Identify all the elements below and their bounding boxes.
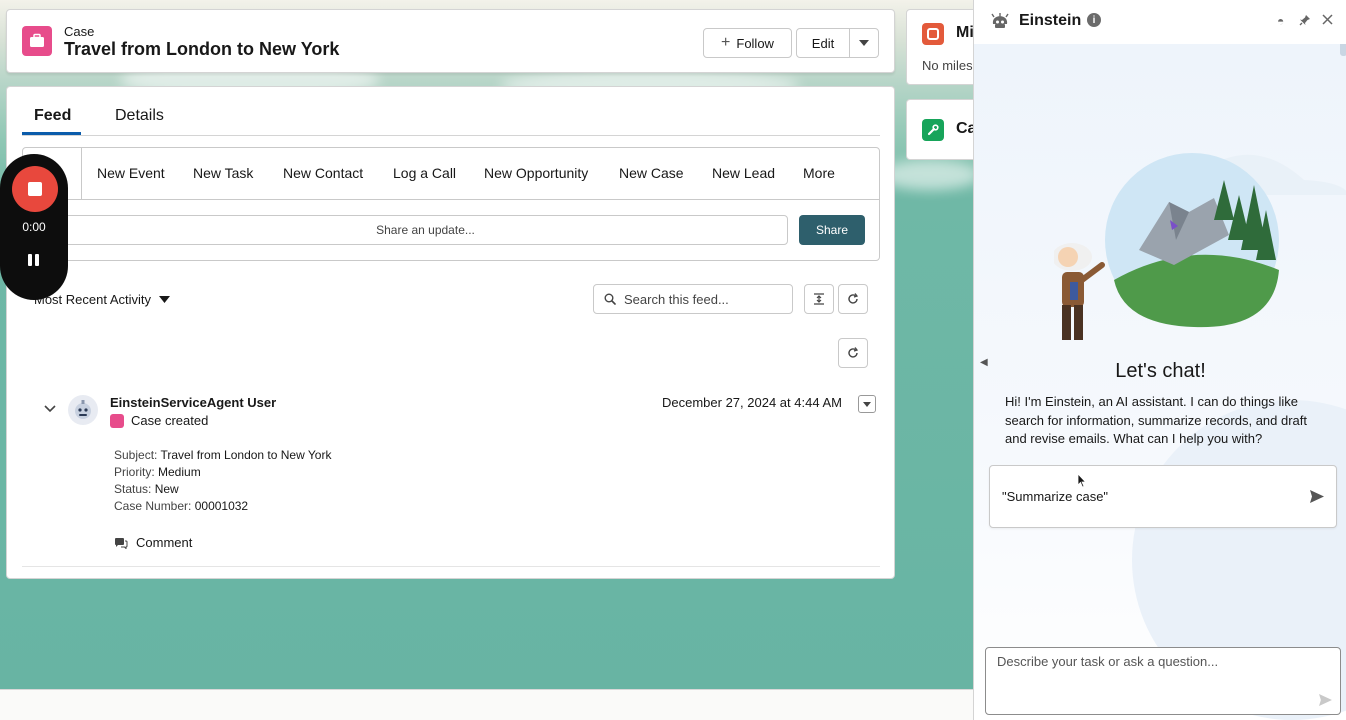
info-icon[interactable]: i: [1087, 13, 1101, 27]
einstein-title: Einstein: [1019, 12, 1082, 29]
follow-button[interactable]: + Follow: [703, 28, 792, 58]
footer-strip: [0, 689, 975, 720]
stop-icon: [28, 182, 42, 196]
feed-action-text: Case created: [131, 413, 209, 428]
search-feed-placeholder: Search this feed...: [624, 291, 729, 307]
share-update-input[interactable]: Share an update...: [63, 215, 788, 245]
share-button[interactable]: Share: [799, 215, 865, 245]
field-label: Case Number:: [114, 499, 192, 513]
divider: [81, 148, 82, 199]
new-task-action[interactable]: New Task: [193, 165, 253, 181]
publisher: New Event New Task New Contact Log a Cal…: [22, 147, 880, 261]
refresh-feed-button[interactable]: [838, 284, 868, 314]
new-event-action[interactable]: New Event: [97, 165, 165, 181]
new-case-action[interactable]: New Case: [619, 165, 684, 181]
active-tab-indicator: [22, 132, 81, 135]
publisher-actions: New Event New Task New Contact Log a Cal…: [23, 148, 879, 200]
background-cloud: [880, 160, 980, 190]
record-type-label: Case: [64, 24, 95, 39]
screen-recorder-widget: 0:00: [0, 154, 68, 300]
milestone-icon: [922, 23, 944, 45]
field-row: Priority: Medium: [114, 464, 331, 481]
search-feed-input[interactable]: Search this feed...: [593, 284, 793, 314]
search-icon: [604, 293, 616, 305]
pin-icon[interactable]: [1299, 14, 1311, 29]
field-value: Travel from London to New York: [160, 448, 332, 462]
collapse-icon: [814, 293, 824, 305]
log-a-call-action[interactable]: Log a Call: [393, 165, 456, 181]
tab-details[interactable]: Details: [115, 107, 164, 125]
avatar[interactable]: [68, 395, 98, 425]
case-icon: [110, 413, 124, 428]
send-icon[interactable]: [1310, 490, 1324, 503]
edit-button[interactable]: Edit: [796, 28, 850, 58]
new-contact-action[interactable]: New Contact: [283, 165, 363, 181]
feed-card: Feed Details New Event New Task New Cont…: [6, 86, 895, 579]
filter-feed-button[interactable]: [804, 284, 834, 314]
send-icon[interactable]: [1319, 694, 1332, 706]
new-lead-action[interactable]: New Lead: [712, 165, 775, 181]
field-value: Medium: [158, 465, 201, 479]
case-icon: [22, 26, 52, 56]
more-actions-dropdown[interactable]: [849, 28, 879, 58]
comment-icon: [115, 537, 128, 549]
pause-recording-button[interactable]: [28, 254, 39, 266]
pause-icon-bar: [35, 254, 39, 266]
feed-item-menu-button[interactable]: [858, 395, 876, 413]
field-value: New: [154, 482, 179, 496]
milestones-title: Mi: [956, 24, 974, 41]
refresh-icon: [848, 293, 859, 304]
einstein-prompt-input[interactable]: Describe your task or ask a question...: [985, 647, 1341, 715]
close-icon[interactable]: [1322, 14, 1333, 28]
feed-action: Case created: [110, 413, 208, 428]
einstein-logo-icon: [991, 13, 1009, 28]
tab-feed[interactable]: Feed: [34, 107, 71, 125]
tab-bar: Feed Details: [22, 87, 880, 136]
milestones-empty-text: No miles: [922, 58, 973, 73]
chat-intro-text: Hi! I'm Einstein, an AI assistant. I can…: [1005, 394, 1308, 446]
suggested-prompt-card[interactable]: "Summarize case": [989, 465, 1337, 528]
field-value: 00001032: [194, 499, 249, 513]
field-row: Subject: Travel from London to New York: [114, 447, 331, 464]
caret-down-icon: [159, 296, 171, 303]
pause-icon: [28, 254, 32, 266]
chat-welcome-title: Let's chat!: [1115, 360, 1206, 382]
chevron-down-icon: [859, 40, 869, 46]
field-row: Status: New: [114, 481, 331, 498]
feed-timestamp[interactable]: December 27, 2024 at 4:44 AM: [662, 395, 842, 410]
sort-dropdown[interactable]: Most Recent Activity: [34, 292, 171, 307]
wrench-icon: [922, 119, 944, 141]
page-title: Travel from London to New York: [64, 39, 340, 59]
feed-author-link[interactable]: EinsteinServiceAgent User: [110, 395, 276, 410]
field-label: Subject:: [114, 448, 158, 462]
einstein-header: Einstein i ◓: [974, 0, 1346, 44]
case-field-details: Subject: Travel from London to New York …: [114, 447, 331, 515]
comment-button[interactable]: Comment: [114, 535, 192, 550]
stop-recording-button[interactable]: [12, 166, 58, 212]
field-row: Case Number: 00001032: [114, 498, 331, 515]
refresh-icon: [848, 347, 859, 358]
plus-icon: +: [721, 34, 731, 51]
chevron-down-icon[interactable]: [44, 405, 56, 413]
refresh-items-button[interactable]: [838, 338, 868, 368]
minimize-icon[interactable]: ◓: [1277, 14, 1284, 28]
feed-item: EinsteinServiceAgent User Case created D…: [22, 387, 880, 567]
new-opportunity-action[interactable]: New Opportunity: [484, 165, 588, 181]
field-label: Priority:: [114, 465, 155, 479]
prompt-input-placeholder: Describe your task or ask a question...: [997, 654, 1219, 669]
follow-button-label: Follow: [736, 35, 774, 51]
suggested-prompt-text: "Summarize case": [1002, 489, 1109, 504]
einstein-mascot-illustration: [1054, 153, 1346, 340]
edit-button-label: Edit: [811, 35, 835, 51]
record-header: Case Travel from London to New York + Fo…: [6, 9, 895, 73]
field-label: Status:: [114, 482, 152, 496]
comment-label: Comment: [136, 535, 193, 550]
einstein-panel: Einstein i ◓ ◀ Let's chat! Hi! I'm Einst…: [973, 0, 1346, 720]
caret-down-icon: [863, 401, 871, 407]
mouse-cursor-icon: [1077, 473, 1087, 488]
recording-timer: 0:00: [22, 220, 46, 234]
more-actions[interactable]: More: [803, 165, 835, 181]
